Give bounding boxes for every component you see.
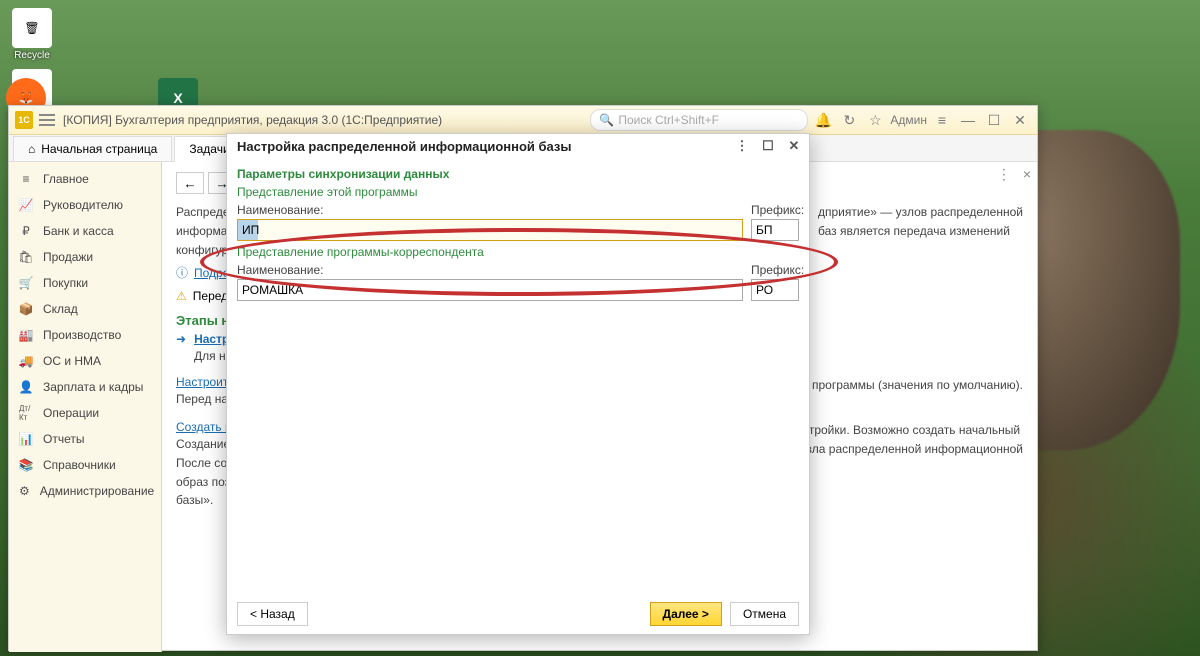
desktop-icon-recycle[interactable]: 🗑 Recycle: [8, 8, 56, 61]
sidebar-item-salary[interactable]: 👤Зарплата и кадры: [9, 374, 161, 400]
this-prefix-input[interactable]: [751, 219, 799, 241]
box-icon: 📦: [19, 302, 33, 316]
sidebar-item-admin[interactable]: ⚙Администрирование: [9, 478, 161, 504]
info-icon: ⓘ: [176, 264, 188, 281]
settings-bars-icon[interactable]: ≡: [931, 109, 953, 131]
dialog-subheading2: Представление программы-корреспондента: [237, 245, 799, 259]
user-label[interactable]: Админ: [890, 109, 927, 131]
dialog-subheading1: Представление этой программы: [237, 185, 799, 199]
cart-icon: 🛒: [19, 276, 33, 290]
app-logo: 1C: [15, 111, 33, 129]
list-icon: ≡: [19, 172, 33, 186]
recycle-icon: 🗑: [12, 8, 52, 48]
maximize-button[interactable]: ☐: [983, 109, 1005, 131]
sidebar-item-sales[interactable]: 🛍Продажи: [9, 244, 161, 270]
burger-menu-icon[interactable]: [39, 114, 55, 126]
dialog-maximize-icon[interactable]: ☐: [759, 138, 777, 154]
sidebar-item-bank[interactable]: ₽Банк и касса: [9, 218, 161, 244]
search-icon: 🔍: [599, 113, 614, 127]
sidebar-item-manager[interactable]: 📈Руководителю: [9, 192, 161, 218]
corr-name-input[interactable]: [237, 279, 743, 301]
dialog-menu-icon[interactable]: ⋮: [733, 138, 751, 154]
minimize-button[interactable]: —: [957, 109, 979, 131]
prefix-label: Префикс:: [751, 203, 799, 217]
search-input[interactable]: 🔍 Поиск Ctrl+Shift+F: [590, 109, 808, 131]
prefix-label2: Префикс:: [751, 263, 799, 277]
sidebar-item-production[interactable]: 🏭Производство: [9, 322, 161, 348]
sidebar-item-warehouse[interactable]: 📦Склад: [9, 296, 161, 322]
para-text: дприятие» — узлов распределенной: [818, 204, 1023, 221]
subwindow-menu-icon[interactable]: ⋮: [997, 166, 1011, 183]
step2-desc-right: й программы (значения по умолчанию).: [802, 377, 1023, 408]
warning-icon: ⚠: [176, 289, 187, 303]
truck-icon: 🚚: [19, 354, 33, 368]
dtkt-icon: Дт/Кт: [19, 406, 33, 420]
dialog-close-icon[interactable]: ✕: [785, 138, 803, 154]
history-icon[interactable]: ↻: [838, 109, 860, 131]
bell-icon[interactable]: 🔔: [812, 109, 834, 131]
dialog-section-heading: Параметры синхронизации данных: [237, 167, 799, 181]
sidebar-item-catalogs[interactable]: 📚Справочники: [9, 452, 161, 478]
this-name-input[interactable]: [237, 219, 743, 241]
sidebar-item-operations[interactable]: Дт/КтОперации: [9, 400, 161, 426]
sidebar-item-assets[interactable]: 🚚ОС и НМА: [9, 348, 161, 374]
corr-prefix-input[interactable]: [751, 279, 799, 301]
home-icon: ⌂: [28, 142, 35, 156]
subwindow-close-icon[interactable]: ×: [1023, 166, 1031, 183]
app-title: [КОПИЯ] Бухгалтерия предприятия, редакци…: [63, 113, 442, 127]
sidebar: ≡Главное 📈Руководителю ₽Банк и касса 🛍Пр…: [9, 162, 162, 652]
books-icon: 📚: [19, 458, 33, 472]
gear-icon: ⚙: [19, 484, 30, 498]
desktop-icon-label: Recycle: [8, 50, 56, 61]
ruble-icon: ₽: [19, 224, 33, 238]
step-arrow-icon: ➜: [176, 332, 186, 346]
bars-icon: 📊: [19, 432, 33, 446]
tab-home[interactable]: ⌂ Начальная страница: [13, 136, 172, 161]
cancel-button[interactable]: Отмена: [730, 602, 799, 626]
bag-icon: 🛍: [19, 250, 33, 264]
sidebar-item-reports[interactable]: 📊Отчеты: [9, 426, 161, 452]
nav-back-button[interactable]: ←: [176, 172, 204, 194]
factory-icon: 🏭: [19, 328, 33, 342]
para-text: баз является передача изменений: [818, 223, 1023, 240]
star-icon[interactable]: ☆: [864, 109, 886, 131]
sidebar-item-main[interactable]: ≡Главное: [9, 166, 161, 192]
dialog-title: Настройка распределенной информационной …: [237, 139, 572, 154]
chart-icon: 📈: [19, 198, 33, 212]
wizard-dialog: Настройка распределенной информационной …: [226, 133, 810, 635]
name-label2: Наименование:: [237, 263, 743, 277]
back-button[interactable]: < Назад: [237, 602, 308, 626]
name-label: Наименование:: [237, 203, 743, 217]
person-icon: 👤: [19, 380, 33, 394]
next-button[interactable]: Далее >: [650, 602, 722, 626]
sidebar-item-purchases[interactable]: 🛒Покупки: [9, 270, 161, 296]
app-header: 1C [КОПИЯ] Бухгалтерия предприятия, реда…: [9, 106, 1037, 135]
close-button[interactable]: ✕: [1009, 109, 1031, 131]
